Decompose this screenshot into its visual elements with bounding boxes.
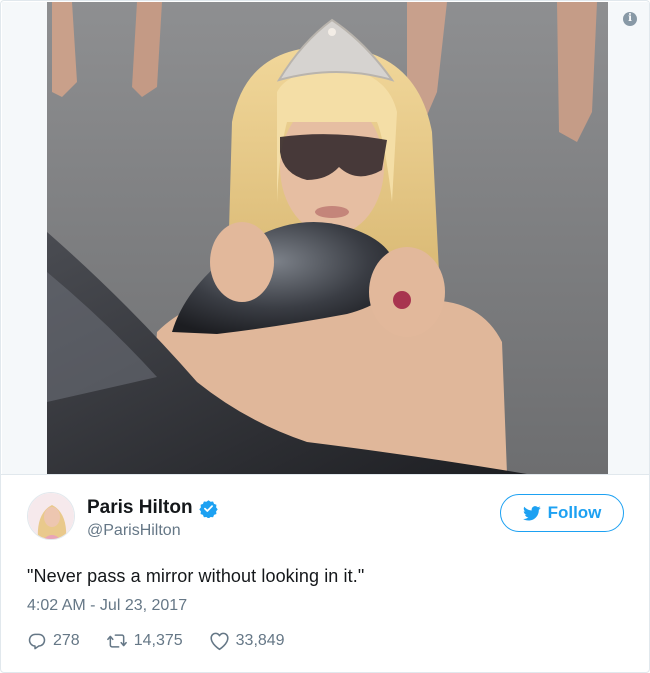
tweet-photo[interactable] bbox=[47, 2, 608, 474]
follow-button[interactable]: Follow bbox=[500, 494, 624, 532]
retweet-button[interactable]: 14,375 bbox=[106, 631, 183, 651]
heart-icon bbox=[209, 631, 230, 651]
reply-count: 278 bbox=[53, 632, 80, 649]
follow-label: Follow bbox=[547, 503, 602, 522]
media-area: i bbox=[2, 2, 649, 474]
reply-button[interactable]: 278 bbox=[27, 631, 80, 651]
twitter-bird-icon bbox=[522, 505, 541, 521]
avatar-image bbox=[28, 493, 74, 539]
author-handle[interactable]: @ParisHilton bbox=[87, 522, 181, 540]
like-button[interactable]: 33,849 bbox=[209, 631, 285, 651]
like-count: 33,849 bbox=[235, 632, 285, 649]
author-display-name[interactable]: Paris Hilton bbox=[87, 497, 193, 519]
tweet-text: "Never pass a mirror without looking in … bbox=[27, 566, 365, 586]
photo-illustration bbox=[47, 2, 608, 474]
avatar[interactable] bbox=[27, 492, 75, 540]
tweet-timestamp[interactable]: 4:02 AM - Jul 23, 2017 bbox=[27, 597, 187, 615]
verified-badge-icon bbox=[198, 499, 218, 519]
retweet-icon bbox=[106, 631, 128, 651]
media-divider bbox=[1, 474, 649, 475]
reply-icon bbox=[27, 631, 47, 651]
retweet-count: 14,375 bbox=[133, 632, 183, 649]
tweet-actions: 278 14,375 33,849 bbox=[27, 629, 285, 653]
info-icon[interactable]: i bbox=[623, 12, 637, 26]
author-name-row: Paris Hilton bbox=[87, 497, 218, 519]
tweet-card: i Paris Hilton @ParisHilton Follow "Neve… bbox=[0, 0, 650, 673]
